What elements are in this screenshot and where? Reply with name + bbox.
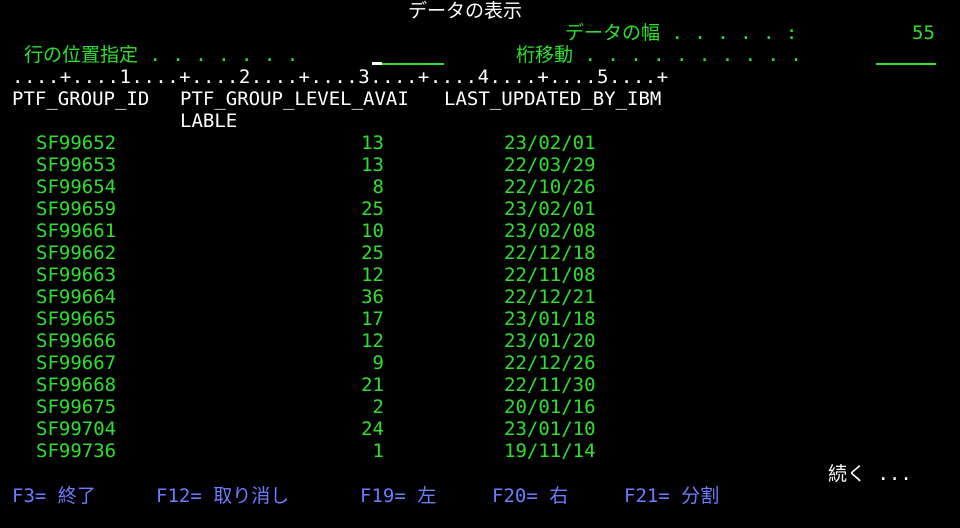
cursor [372,62,382,65]
column-ruler: ....+....1....+....2....+....3....+....4… [12,66,669,88]
cell-ptf-group-id: SF99661 [36,220,117,242]
input-underline [382,63,444,65]
cell-ptf-group-level: 25 [361,198,384,220]
data-width-label: データの幅 . . . . . : [565,22,798,44]
cell-ptf-group-id: SF99653 [36,154,117,176]
cell-ptf-group-id: SF99659 [36,198,117,220]
shift-to-column-label: 桁移動 . . . . . . . . . . [516,44,802,66]
cell-ptf-group-level: 24 [361,418,384,440]
more-indicator: 続く ... [828,463,912,485]
cell-last-updated: 22/12/21 [504,286,596,308]
cell-ptf-group-level: 13 [361,132,384,154]
cell-last-updated: 22/03/29 [504,154,596,176]
cell-ptf-group-id: SF99663 [36,264,117,286]
cell-ptf-group-id: SF99662 [36,242,117,264]
f3-exit-key[interactable]: F3= 終了 [12,485,96,507]
f19-left-key[interactable]: F19= 左 [360,485,436,507]
cell-ptf-group-level: 12 [361,264,384,286]
cell-ptf-group-id: SF99736 [36,440,117,462]
cell-ptf-group-level: 10 [361,220,384,242]
cell-last-updated: 22/11/30 [504,374,596,396]
cell-ptf-group-id: SF99665 [36,308,117,330]
cell-ptf-group-level: 2 [372,396,384,418]
column-header-ptf-group-level: PTF_GROUP_LEVEL_AVAI [180,88,409,110]
input-underline [876,63,936,65]
data-width-value: 55 [912,22,935,44]
screen-title: データの表示 [408,0,523,22]
cell-last-updated: 23/02/08 [504,220,596,242]
f21-split-key[interactable]: F21= 分割 [624,485,719,507]
shift-to-column-input[interactable] [876,44,936,66]
cell-last-updated: 22/11/08 [504,264,596,286]
column-header-ptf-group-id: PTF_GROUP_ID [12,88,150,110]
cell-last-updated: 23/01/20 [504,330,596,352]
cell-ptf-group-level: 25 [361,242,384,264]
cell-last-updated: 23/01/10 [504,418,596,440]
cell-ptf-group-id: SF99675 [36,396,117,418]
cell-last-updated: 22/10/26 [504,176,596,198]
column-header-last-updated: LAST_UPDATED_BY_IBM [444,88,662,110]
cell-last-updated: 22/12/18 [504,242,596,264]
cell-last-updated: 23/02/01 [504,198,596,220]
cell-ptf-group-id: SF99667 [36,352,117,374]
cell-ptf-group-id: SF99652 [36,132,117,154]
cell-ptf-group-level: 12 [361,330,384,352]
position-to-line-label: 行の位置指定 . . . . . . . [24,44,299,66]
cell-ptf-group-level: 9 [372,352,384,374]
f20-right-key[interactable]: F20= 右 [492,485,568,507]
cell-ptf-group-id: SF99704 [36,418,117,440]
cell-last-updated: 19/11/14 [504,440,596,462]
cell-ptf-group-id: SF99668 [36,374,117,396]
cell-last-updated: 23/02/01 [504,132,596,154]
column-header-ptf-group-level-cont: LABLE [180,110,238,132]
cell-ptf-group-level: 21 [361,374,384,396]
position-to-line-input[interactable] [372,44,444,66]
cell-last-updated: 23/01/18 [504,308,596,330]
cell-ptf-group-level: 1 [372,440,384,462]
cell-last-updated: 20/01/16 [504,396,596,418]
cell-ptf-group-level: 8 [372,176,384,198]
cell-ptf-group-id: SF99666 [36,330,117,352]
cell-ptf-group-level: 36 [361,286,384,308]
cell-ptf-group-level: 13 [361,154,384,176]
cell-ptf-group-id: SF99654 [36,176,117,198]
cell-ptf-group-id: SF99664 [36,286,117,308]
cell-last-updated: 22/12/26 [504,352,596,374]
cell-ptf-group-level: 17 [361,308,384,330]
f12-cancel-key[interactable]: F12= 取り消し [156,485,289,507]
